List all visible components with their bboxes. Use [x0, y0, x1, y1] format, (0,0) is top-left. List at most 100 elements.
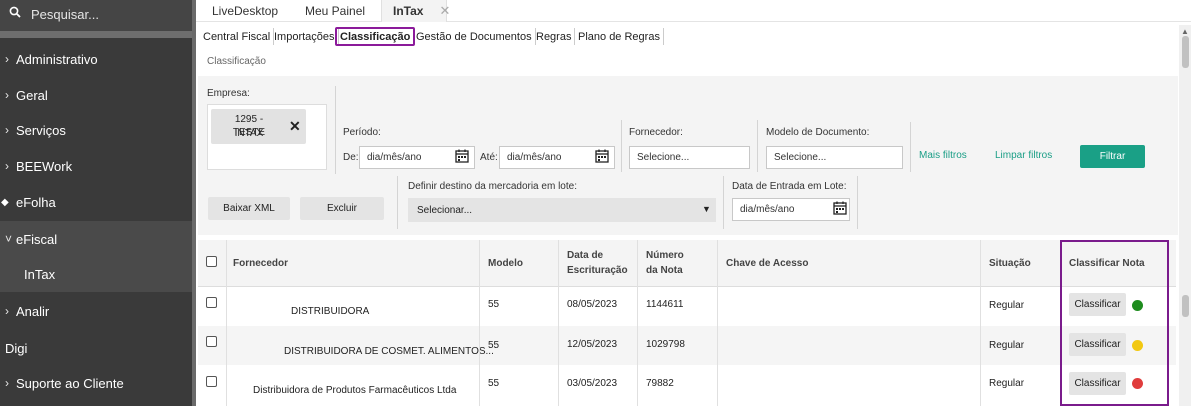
- date-from-placeholder: dia/mês/ano: [367, 152, 422, 163]
- module-regras[interactable]: Regras: [533, 28, 576, 45]
- sidebar-item-administrativo[interactable]: › Administrativo: [0, 41, 192, 77]
- header-chave[interactable]: Chave de Acesso: [726, 257, 808, 271]
- cell-modelo: 55: [488, 340, 500, 351]
- tab-label: Meu Painel: [305, 4, 366, 18]
- close-icon[interactable]: ✕: [439, 3, 450, 19]
- module-gestao-documentos[interactable]: Gestão de Documentos: [413, 28, 536, 45]
- divider: [335, 86, 336, 174]
- column-divider: [226, 240, 227, 406]
- divider: [723, 176, 724, 229]
- excluir-button[interactable]: Excluir: [300, 197, 384, 220]
- sidebar-search[interactable]: Pesquisar...: [0, 0, 192, 31]
- module-central-fiscal[interactable]: Central Fiscal: [200, 28, 275, 45]
- fornecedor-select[interactable]: Selecione...: [629, 146, 750, 169]
- column-divider: [479, 240, 480, 406]
- sidebar-item-label: Serviços: [16, 122, 66, 138]
- cell-fornecedor: Distribuidora de Produtos Farmacêuticos …: [253, 385, 457, 396]
- sidebar-resize-handle[interactable]: [192, 0, 196, 406]
- remove-chip-icon[interactable]: ✕: [289, 118, 301, 135]
- header-situacao[interactable]: Situação: [989, 257, 1031, 271]
- header-fornecedor[interactable]: Fornecedor: [233, 257, 288, 271]
- sidebar-item-efiscal[interactable]: ˅ eFiscal: [0, 221, 192, 257]
- sidebar-item-suporte[interactable]: › Suporte ao Cliente: [0, 365, 192, 401]
- divider: [621, 120, 622, 172]
- sidebar-item-geral[interactable]: › Geral: [0, 77, 192, 113]
- cell-numero: 1029798: [646, 339, 685, 350]
- module-classificacao[interactable]: Classificação: [335, 27, 416, 46]
- cell-data: 12/05/2023: [567, 339, 618, 350]
- destino-value: Selecionar...: [417, 204, 473, 216]
- sidebar-item-intax[interactable]: InTax: [0, 256, 192, 292]
- sidebar-item-label: BEEWork: [16, 158, 73, 174]
- header-numero-l2[interactable]: da Nota: [646, 264, 683, 278]
- destino-select[interactable]: Selecionar...: [408, 198, 716, 222]
- sidebar-item-analir[interactable]: › Analir: [0, 293, 192, 329]
- cell-situacao: Regular: [989, 378, 1025, 389]
- module-label: Gestão de Documentos: [416, 30, 532, 43]
- scrollbar-thumb[interactable]: [1182, 36, 1189, 68]
- cell-numero: 1144611: [646, 299, 684, 310]
- sidebar-item-label: Digi: [5, 340, 28, 356]
- sidebar-item-label: eFolha: [16, 194, 56, 210]
- sidebar-item-servicos[interactable]: › Serviços: [0, 112, 192, 148]
- column-divider: [980, 240, 981, 406]
- header-numero-l1[interactable]: Número: [646, 249, 684, 263]
- module-label: Regras: [536, 30, 572, 43]
- collapse-sidebar-icon[interactable]: ◆: [1, 197, 9, 208]
- cell-fornecedor: DISTRIBUIDORA DE COSMET. ALIMENTOS...: [284, 346, 494, 357]
- sidebar-item-label: Geral: [16, 87, 48, 103]
- sidebar-item-label: Analir: [16, 303, 50, 319]
- de-label: De:: [343, 152, 359, 163]
- sidebar-item-efolha[interactable]: eFolha: [0, 184, 192, 220]
- header-data-l1[interactable]: Data de: [567, 249, 603, 263]
- row-checkbox[interactable]: [206, 297, 217, 308]
- module-label: Plano de Regras: [578, 30, 660, 43]
- mais-filtros-link[interactable]: Mais filtros: [919, 150, 967, 161]
- select-all-checkbox[interactable]: [206, 256, 217, 267]
- cell-numero: 79882: [646, 378, 674, 389]
- cell-situacao: Regular: [989, 340, 1025, 351]
- calendar-icon[interactable]: [455, 149, 471, 165]
- empresa-chip-line2: INTAX: [234, 128, 264, 139]
- scroll-up-icon[interactable]: ▲: [1181, 27, 1189, 36]
- chevron-right-icon: ›: [5, 304, 9, 318]
- tab-label: InTax: [393, 4, 424, 18]
- header-modelo[interactable]: Modelo: [488, 257, 523, 271]
- module-importacoes[interactable]: Importações: [271, 28, 339, 45]
- modelo-placeholder: Selecione...: [774, 152, 827, 163]
- table-scrollbar-thumb[interactable]: [1182, 295, 1189, 317]
- calendar-icon[interactable]: [595, 149, 611, 165]
- ate-label: Até:: [480, 152, 498, 163]
- sidebar-item-label: Suporte ao Cliente: [16, 375, 124, 391]
- header-data-l2[interactable]: Escrituração: [567, 264, 628, 278]
- sidebar-item-beework[interactable]: › BEEWork: [0, 148, 192, 184]
- modelo-select[interactable]: Selecione...: [766, 146, 903, 169]
- search-icon: [9, 6, 21, 21]
- tab-meu-painel[interactable]: Meu Painel: [305, 0, 365, 22]
- filtrar-button[interactable]: Filtrar: [1080, 145, 1145, 168]
- cell-modelo: 55: [488, 378, 500, 389]
- tab-livedesktop[interactable]: LiveDesktop: [212, 0, 278, 22]
- column-divider: [717, 240, 718, 406]
- sidebar-item-label: InTax: [24, 266, 56, 282]
- module-plano-regras[interactable]: Plano de Regras: [575, 28, 664, 45]
- limpar-filtros-link[interactable]: Limpar filtros: [995, 150, 1052, 161]
- classificar-column-highlight: [1060, 240, 1169, 406]
- search-input[interactable]: Pesquisar...: [31, 7, 99, 22]
- cell-modelo: 55: [488, 299, 500, 310]
- tab-intax[interactable]: InTax ✕: [381, 0, 450, 22]
- tab-bar: LiveDesktop Meu Painel InTax ✕: [196, 0, 1191, 22]
- divider: [757, 120, 758, 172]
- row-checkbox[interactable]: [206, 336, 217, 347]
- row-checkbox[interactable]: [206, 376, 217, 387]
- modelo-label: Modelo de Documento:: [766, 127, 870, 138]
- module-label: Importações: [274, 30, 335, 43]
- calendar-icon[interactable]: [833, 201, 849, 217]
- baixar-xml-button[interactable]: Baixar XML: [208, 197, 290, 220]
- data-entrada-placeholder: dia/mês/ano: [740, 204, 795, 215]
- vertical-scrollbar[interactable]: [1179, 25, 1191, 406]
- column-divider: [558, 240, 559, 406]
- sidebar-item-digi[interactable]: Digi: [0, 330, 192, 366]
- chevron-right-icon: ›: [5, 52, 9, 66]
- cell-situacao: Regular: [989, 300, 1025, 311]
